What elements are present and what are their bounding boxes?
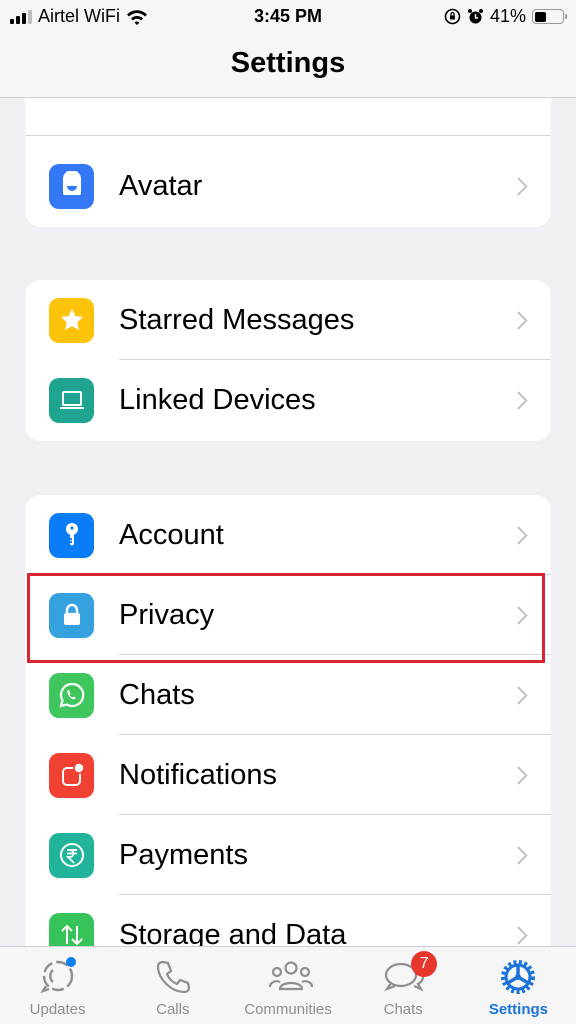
settings-gear-icon	[496, 955, 540, 999]
tab-label: Calls	[156, 1001, 190, 1018]
row-starred-messages[interactable]: Starred Messages	[25, 280, 551, 360]
chats-icon: 7	[381, 951, 438, 999]
row-label: Linked Devices	[119, 383, 316, 416]
row-label: Account	[119, 518, 224, 551]
chevron-right-icon	[509, 685, 528, 705]
chevron-right-icon	[509, 310, 528, 330]
tab-bar: Updates Calls Communities 7 Chats Settin…	[0, 946, 576, 1024]
tab-label: Chats	[383, 1001, 423, 1018]
row-account[interactable]: Account	[25, 495, 551, 575]
communities-icon	[266, 955, 314, 999]
cellular-signal-icon	[10, 9, 32, 24]
tab-label: Updates	[29, 1001, 86, 1018]
status-bar: Airtel WiFi 3:45 PM 41%	[0, 0, 576, 34]
unread-badge: 7	[411, 951, 438, 977]
chevron-right-icon	[509, 390, 528, 410]
settings-group: Account Privacy Chats Notifications Paym…	[25, 495, 551, 965]
row-notifications[interactable]: Notifications	[25, 735, 551, 815]
row-label: Payments	[119, 838, 248, 871]
tools-group: Starred Messages Linked Devices	[25, 280, 551, 441]
row-privacy[interactable]: Privacy	[25, 575, 551, 655]
row-label: Chats	[119, 678, 195, 711]
laptop-icon	[49, 377, 94, 423]
row-avatar[interactable]: Avatar	[25, 146, 551, 226]
battery-icon	[532, 9, 567, 24]
tab-label: Settings	[488, 1001, 548, 1018]
alarm-icon	[467, 9, 483, 24]
phone-icon	[151, 955, 195, 999]
tab-label: Communities	[244, 1001, 332, 1018]
chevron-right-icon	[509, 845, 528, 865]
row-label: Avatar	[119, 169, 203, 202]
chevron-right-icon	[509, 925, 528, 945]
row-label: Notifications	[119, 758, 277, 791]
tab-settings[interactable]: Settings	[461, 947, 576, 1024]
tab-communities[interactable]: Communities	[230, 947, 345, 1024]
nav-bar: Settings	[0, 34, 576, 98]
updates-dot	[65, 957, 76, 967]
row-payments[interactable]: Payments	[25, 815, 551, 895]
star-icon	[49, 297, 94, 343]
tab-updates[interactable]: Updates	[0, 947, 115, 1024]
chevron-right-icon	[509, 765, 528, 785]
row-linked-devices[interactable]: Linked Devices	[25, 360, 551, 440]
row-label: Privacy	[119, 598, 215, 631]
updates-icon	[36, 955, 80, 999]
row-label: Starred Messages	[119, 303, 355, 336]
battery-fill	[534, 11, 546, 22]
chevron-right-icon	[509, 525, 528, 545]
chevron-right-icon	[509, 176, 528, 196]
battery-percent: 41%	[489, 6, 526, 26]
tab-chats[interactable]: 7 Chats	[346, 947, 461, 1024]
chevron-right-icon	[509, 605, 528, 625]
wifi-icon	[127, 9, 147, 25]
divider	[25, 135, 551, 136]
lock-icon	[49, 592, 94, 638]
rotation-lock-icon	[444, 8, 461, 25]
carrier-name: Airtel WiFi	[38, 6, 120, 26]
notification-icon	[49, 752, 94, 798]
tab-calls[interactable]: Calls	[115, 947, 230, 1024]
avatar-icon	[49, 163, 94, 209]
whatsapp-icon	[49, 672, 94, 718]
rupee-icon	[49, 832, 94, 878]
page-title: Settings	[230, 47, 346, 79]
key-icon	[49, 512, 94, 558]
row-chats[interactable]: Chats	[25, 655, 551, 735]
